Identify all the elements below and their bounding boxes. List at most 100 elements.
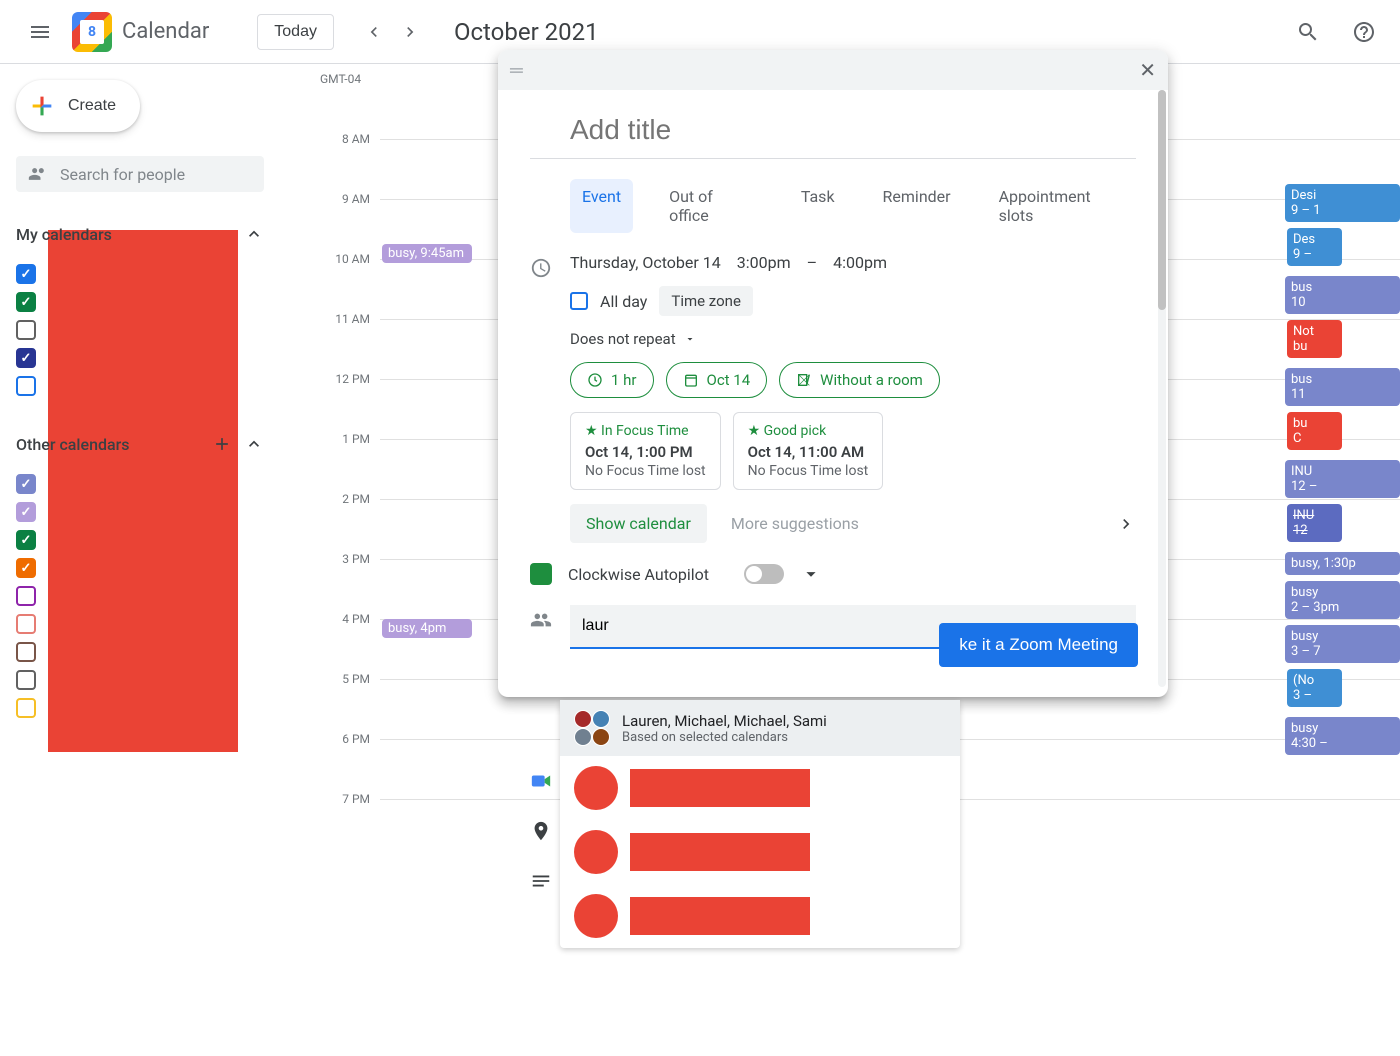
tab-appointment-slots[interactable]: Appointment slots	[987, 179, 1136, 233]
suggest-names: Lauren, Michael, Michael, Sami	[622, 712, 827, 730]
modal-scrollbar[interactable]	[1158, 90, 1166, 687]
plus-icon	[28, 92, 56, 120]
calendar-event[interactable]: INU12	[1287, 504, 1342, 542]
all-day-checkbox[interactable]	[570, 292, 588, 310]
redacted-avatar	[574, 894, 618, 938]
calendar-checkbox[interactable]	[16, 698, 36, 718]
hour-label: 3 PM	[320, 552, 370, 566]
suggest-person-redacted[interactable]	[560, 820, 960, 884]
calendar-checkbox[interactable]	[16, 264, 36, 284]
calendar-checkbox[interactable]	[16, 376, 36, 396]
hour-label: 5 PM	[320, 672, 370, 686]
calendar-event[interactable]: Notbu	[1287, 320, 1342, 358]
calendar-event[interactable]: bus11	[1285, 368, 1400, 406]
timezone-label: GMT-04	[320, 72, 361, 86]
start-time[interactable]: 3:00pm	[737, 253, 791, 272]
tab-out-of-office[interactable]: Out of office	[657, 179, 765, 233]
sidebar: Create Search for people My calendars Ot…	[0, 64, 280, 784]
redacted-name	[630, 769, 810, 807]
suggestion-card[interactable]: ★ In Focus TimeOct 14, 1:00 PMNo Focus T…	[570, 412, 721, 490]
help-icon	[1352, 20, 1376, 44]
more-suggestions-button[interactable]: More suggestions	[731, 514, 859, 533]
chip-1-hr[interactable]: 1 hr	[570, 362, 654, 398]
chevron-up-icon	[244, 224, 264, 244]
hour-label: 7 PM	[320, 792, 370, 806]
search-people-input[interactable]: Search for people	[16, 156, 264, 192]
calendar-event[interactable]: busy, 1:30p	[1285, 552, 1400, 575]
guest-suggestion-dropdown: Lauren, Michael, Michael, Sami Based on …	[560, 700, 960, 948]
create-event-modal: ═ ✕ Event Out of office Task Reminder Appoin…	[498, 50, 1168, 697]
drag-handle-icon[interactable]: ═	[510, 60, 523, 81]
main-menu-button[interactable]	[16, 8, 64, 56]
chip-without-a-room[interactable]: Without a room	[779, 362, 940, 398]
suggest-subtitle: Based on selected calendars	[622, 730, 827, 745]
tab-task[interactable]: Task	[789, 179, 847, 233]
event-title-input[interactable]	[530, 106, 1136, 159]
today-button[interactable]: Today	[257, 14, 334, 50]
current-month-label: October 2021	[454, 18, 599, 46]
calendar-event[interactable]: busy2 – 3pm	[1285, 581, 1400, 619]
end-time[interactable]: 4:00pm	[833, 253, 887, 272]
chevron-down-icon[interactable]	[800, 563, 822, 585]
hour-label: 12 PM	[320, 372, 370, 386]
create-button[interactable]: Create	[16, 80, 140, 132]
other-calendars-section: Other calendars	[16, 426, 264, 752]
calendar-checkbox[interactable]	[16, 530, 36, 550]
calendar-checkbox[interactable]	[16, 320, 36, 340]
search-icon	[1296, 20, 1320, 44]
chevron-right-icon	[1116, 514, 1136, 534]
help-button[interactable]	[1344, 12, 1384, 52]
tab-reminder[interactable]: Reminder	[871, 179, 963, 233]
location-icon	[530, 820, 552, 842]
calendar-checkbox[interactable]	[16, 474, 36, 494]
redacted-name	[630, 897, 810, 935]
calendar-event[interactable]: busy3 – 7	[1285, 625, 1400, 663]
suggest-person-redacted[interactable]	[560, 884, 960, 948]
calendar-checkbox[interactable]	[16, 558, 36, 578]
tab-event[interactable]: Event	[570, 179, 633, 233]
calendar-event[interactable]: buC	[1287, 412, 1342, 450]
calendar-checkbox[interactable]	[16, 292, 36, 312]
calendar-checkbox[interactable]	[16, 502, 36, 522]
plus-icon[interactable]	[212, 434, 232, 454]
calendar-checkbox[interactable]	[16, 642, 36, 662]
calendar-event[interactable]: busy4:30 –	[1285, 717, 1400, 755]
timezone-button[interactable]: Time zone	[659, 286, 753, 316]
search-button[interactable]	[1288, 12, 1328, 52]
clockwise-label: Clockwise Autopilot	[568, 565, 728, 584]
hour-label: 1 PM	[320, 432, 370, 446]
next-button[interactable]	[394, 16, 426, 48]
calendar-event[interactable]: busy, 4pm	[382, 619, 472, 638]
calendar-checkbox[interactable]	[16, 670, 36, 690]
event-date[interactable]: Thursday, October 14	[570, 253, 721, 272]
adjacent-day-events: Desi9 – 1 Des9 – bus10 Notbu bus11 buC INU12 –…	[1285, 184, 1400, 761]
suggestion-card[interactable]: ★ Good pickOct 14, 11:00 AMNo Focus Time…	[733, 412, 884, 490]
calendar-checkbox[interactable]	[16, 614, 36, 634]
zoom-meeting-button[interactable]: ke it a Zoom Meeting	[939, 623, 1138, 667]
calendar-event[interactable]: Des9 –	[1287, 228, 1342, 266]
date-nav	[358, 16, 426, 48]
calendar-event[interactable]: INU12 –	[1285, 460, 1400, 498]
suggest-selected-calendars[interactable]: Lauren, Michael, Michael, Sami Based on …	[560, 700, 960, 756]
autopilot-toggle[interactable]	[744, 564, 784, 584]
chip-oct-14[interactable]: Oct 14	[666, 362, 768, 398]
calendar-checkbox[interactable]	[16, 586, 36, 606]
suggest-person-redacted[interactable]	[560, 756, 960, 820]
calendar-event[interactable]: busy, 9:45am	[382, 244, 472, 263]
repeat-dropdown[interactable]: Does not repeat	[570, 330, 1136, 348]
close-button[interactable]: ✕	[1139, 58, 1156, 82]
search-people-placeholder: Search for people	[60, 165, 185, 184]
create-label: Create	[68, 97, 116, 115]
calendar-event[interactable]: (No3 –	[1287, 669, 1342, 707]
calendar-event[interactable]: Desi9 – 1	[1285, 184, 1400, 222]
calendar-checkbox[interactable]	[16, 348, 36, 368]
guests-icon	[530, 609, 554, 635]
hour-label: 2 PM	[320, 492, 370, 506]
app-name: Calendar	[122, 19, 209, 44]
calendar-event[interactable]: bus10	[1285, 276, 1400, 314]
hour-label: 10 AM	[320, 252, 370, 266]
chevron-up-icon	[244, 434, 264, 454]
prev-button[interactable]	[358, 16, 390, 48]
redacted-avatar	[574, 766, 618, 810]
show-calendar-button[interactable]: Show calendar	[570, 504, 707, 543]
